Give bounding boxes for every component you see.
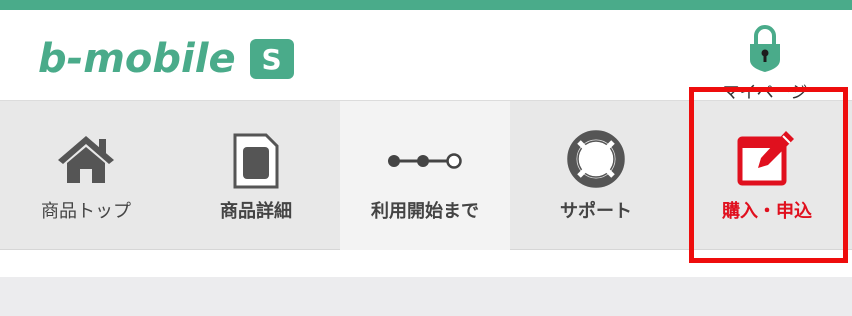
content-area [0, 277, 852, 316]
sim-card-icon [233, 133, 279, 189]
logo-badge: S [249, 39, 294, 79]
nav-label: 商品トップ [41, 201, 131, 222]
nav-item-getting-started[interactable]: 利用開始まで [340, 101, 510, 250]
nav-item-support[interactable]: サポート [510, 101, 682, 250]
highlight-box [689, 87, 848, 263]
nav-label: 利用開始まで [371, 201, 479, 222]
steps-icon [388, 153, 462, 169]
logo-text: b-mobile [38, 36, 236, 82]
lifebuoy-icon [567, 130, 625, 188]
nav-item-product-details[interactable]: 商品詳細 [172, 101, 340, 250]
lock-icon [750, 25, 780, 72]
brand-logo[interactable]: b-mobile S [38, 36, 294, 82]
nav-label: サポート [560, 201, 632, 222]
top-accent-bar [0, 0, 852, 10]
nav-item-product-top[interactable]: 商品トップ [0, 101, 172, 250]
home-icon [58, 136, 114, 183]
nav-label: 商品詳細 [220, 201, 292, 222]
